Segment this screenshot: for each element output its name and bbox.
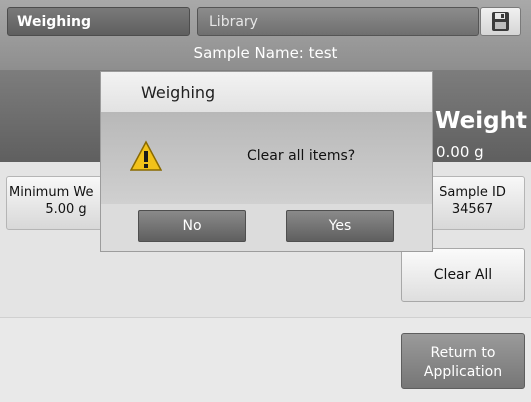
dialog-message: Clear all items? — [247, 148, 356, 164]
return-label-line1: Return to — [430, 345, 496, 361]
tab-weighing[interactable]: Weighing — [7, 7, 190, 36]
tab-library[interactable]: Library — [197, 7, 479, 36]
dialog-title: Weighing — [101, 72, 432, 112]
sample-id-label: Sample ID — [439, 185, 506, 200]
return-to-application-button[interactable]: Return to Application — [401, 333, 525, 389]
clear-all-button[interactable]: Clear All — [401, 248, 525, 302]
return-label-line2: Application — [423, 364, 503, 380]
no-button[interactable]: No — [138, 210, 246, 242]
sample-name: Sample Name: test — [193, 44, 338, 62]
yes-button[interactable]: Yes — [286, 210, 394, 242]
sample-id-value: 34567 — [451, 202, 494, 217]
floppy-disk-icon — [492, 12, 509, 31]
sample-id-field[interactable]: Sample ID 34567 — [420, 176, 525, 230]
result-value: 0.00 g — [436, 143, 484, 161]
save-button[interactable] — [480, 7, 521, 36]
warning-icon — [130, 140, 162, 171]
